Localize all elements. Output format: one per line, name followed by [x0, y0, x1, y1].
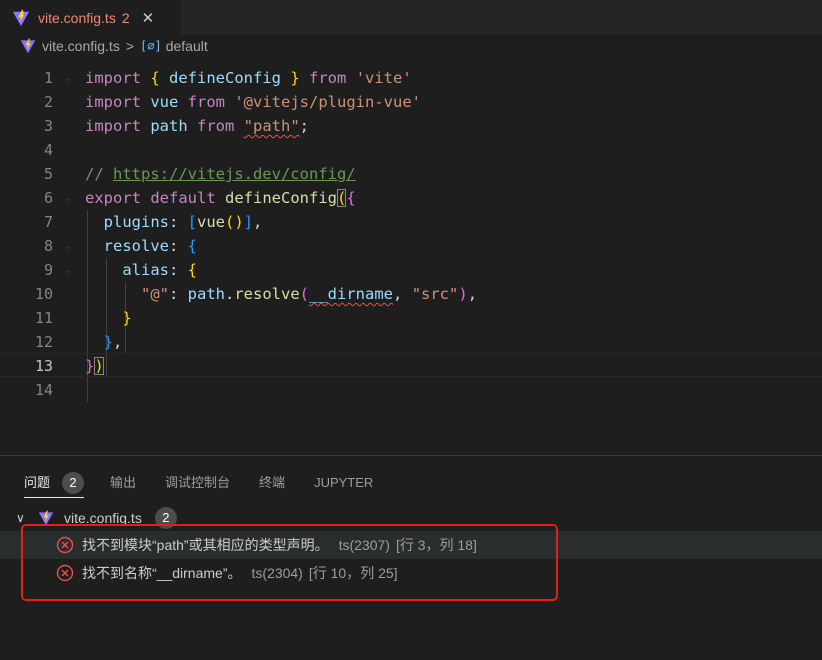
tab-problems[interactable]: 问题 2: [24, 468, 85, 498]
code-line: 11 }: [0, 306, 822, 330]
problem-group-header[interactable]: ∨ vite.config.ts 2: [0, 505, 822, 531]
code-line: 1 ⌄ import { defineConfig } from 'vite': [0, 66, 822, 90]
symbol-variable-icon: [∅]: [140, 39, 162, 53]
code-text: import path from "path";: [85, 117, 310, 135]
vite-logo-icon: [20, 38, 36, 54]
line-number: 13: [34, 357, 53, 375]
problem-location: [行 3，列 18]: [395, 537, 477, 553]
line-number: 1: [43, 69, 53, 87]
code-line: 3 import path from "path";: [0, 114, 822, 138]
tab-problem-count: 2: [121, 9, 130, 26]
fold-chevron-icon[interactable]: ⌄: [64, 258, 73, 282]
problem-message: 找不到名称“__dirname”。: [82, 565, 242, 581]
code-text: }): [85, 357, 104, 375]
error-squiggle: __dirname: [309, 285, 394, 303]
problem-source: ts(2307): [338, 537, 390, 553]
tab-terminal[interactable]: 终端: [259, 468, 285, 498]
line-number: 2: [43, 93, 53, 111]
code-line: 10 "@": path.resolve(__dirname, "src"),: [0, 282, 822, 306]
error-circle-icon: [56, 536, 74, 554]
fold-chevron-icon[interactable]: ⌄: [64, 186, 73, 210]
code-text: export default defineConfig({: [85, 189, 356, 207]
code-text: resolve: {: [103, 237, 198, 255]
code-text: // https://vitejs.dev/config/: [85, 165, 356, 183]
code-line: 12 },: [0, 330, 822, 354]
code-text: },: [103, 333, 123, 351]
code-line: 7 plugins: [vue()],: [0, 210, 822, 234]
tab-debug-console[interactable]: 调试控制台: [165, 468, 230, 498]
line-number: 6: [43, 189, 53, 207]
chevron-down-icon[interactable]: ∨: [16, 511, 30, 525]
code-line: 14: [0, 378, 822, 402]
line-number: 7: [43, 213, 53, 231]
problems-panel: 问题 2 输出 调试控制台 终端 JUPYTER ∨ vite.config.ts…: [0, 455, 822, 660]
close-icon[interactable]: ✕: [142, 9, 155, 27]
line-number: 8: [43, 237, 53, 255]
code-line: 8 ⌄ resolve: {: [0, 234, 822, 258]
problem-row[interactable]: 找不到名称“__dirname”。 ts(2304) [行 10，列 25]: [0, 559, 822, 587]
breadcrumb: vite.config.ts > [∅] default: [0, 35, 822, 57]
problem-group-count: 2: [154, 507, 177, 529]
line-number: 5: [43, 165, 53, 183]
tab-output[interactable]: 输出: [110, 468, 136, 498]
code-line: 6 ⌄ export default defineConfig({: [0, 186, 822, 210]
breadcrumb-symbol[interactable]: default: [166, 38, 208, 54]
code-line: 5 // https://vitejs.dev/config/: [0, 162, 822, 186]
panel-tabs: 问题 2 输出 调试控制台 终端 JUPYTER: [0, 468, 402, 498]
problem-count-badge: 2: [62, 472, 85, 494]
code-text: alias: {: [122, 261, 198, 279]
problem-source: ts(2304): [251, 565, 303, 581]
code-editor[interactable]: 1 ⌄ import { defineConfig } from 'vite' …: [0, 66, 822, 402]
fold-chevron-icon[interactable]: ⌄: [64, 234, 73, 258]
line-number: 12: [34, 333, 53, 351]
line-number: 14: [34, 381, 53, 399]
error-circle-icon: [56, 564, 74, 582]
fold-chevron-icon: ⌄: [64, 71, 74, 84]
code-text: plugins: [vue()],: [103, 213, 263, 231]
line-number: 3: [43, 117, 53, 135]
vite-logo-icon: [12, 9, 30, 26]
tab-jupyter[interactable]: JUPYTER: [314, 468, 373, 498]
line-number: 11: [34, 309, 53, 327]
vite-logo-icon: [38, 510, 54, 526]
code-text: import vue from '@vitejs/plugin-vue': [85, 93, 421, 111]
problem-location: [行 10，列 25]: [308, 565, 398, 581]
line-number: 4: [43, 141, 53, 159]
tab-vite-config[interactable]: vite.config.ts 2 ✕: [0, 0, 181, 35]
bracket-match: (: [337, 189, 347, 207]
code-text: import { defineConfig } from 'vite': [85, 69, 412, 87]
code-line: 2 import vue from '@vitejs/plugin-vue': [0, 90, 822, 114]
token: import: [85, 69, 141, 87]
code-line: 9 ⌄ alias: {: [0, 258, 822, 282]
breadcrumb-file[interactable]: vite.config.ts: [42, 38, 120, 54]
tab-label: 问题: [24, 475, 51, 490]
line-number: 10: [34, 285, 53, 303]
problem-row[interactable]: 找不到模块“path”或其相应的类型声明。 ts(2307) [行 3，列 18…: [0, 531, 822, 559]
problem-group-file: vite.config.ts: [64, 510, 142, 526]
code-text: "@": path.resolve(__dirname, "src"),: [141, 285, 478, 303]
breadcrumb-separator: >: [125, 38, 135, 54]
tab-title: vite.config.ts: [38, 9, 116, 26]
code-line: 4: [0, 138, 822, 162]
problem-message: 找不到模块“path”或其相应的类型声明。: [82, 537, 329, 553]
editor-tab-bar: vite.config.ts 2 ✕: [0, 0, 822, 35]
error-squiggle: "path": [243, 117, 300, 135]
bracket-match: ): [94, 357, 104, 375]
comment-link[interactable]: https://vitejs.dev/config/: [113, 165, 356, 183]
line-number: 9: [43, 261, 53, 279]
code-text: }: [122, 309, 132, 327]
code-line-current: 13 }): [0, 353, 822, 377]
